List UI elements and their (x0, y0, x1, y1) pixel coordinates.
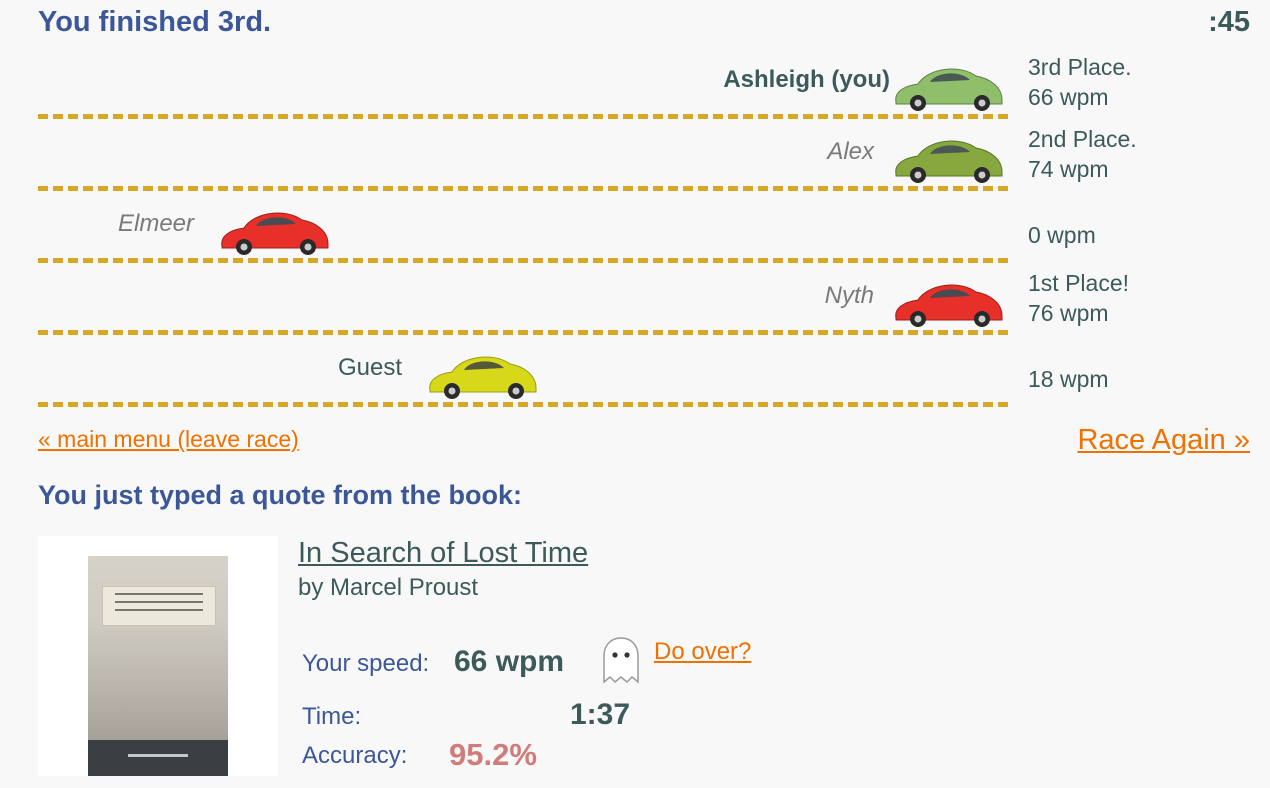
race-lane: Guest 18 wpm (0, 336, 1270, 408)
lane-divider (38, 258, 1008, 263)
time-value: 1:37 (570, 698, 631, 731)
car-icon (429, 356, 537, 399)
race-lane: Alex 2nd Place. 74 wpm (0, 120, 1270, 192)
racer-wpm: 66 wpm (1028, 84, 1109, 110)
cover-label (102, 586, 216, 626)
quote-source-heading: You just typed a quote from the book: (38, 480, 522, 510)
racer-wpm: 18 wpm (1028, 366, 1109, 392)
racer-name: Ashleigh (you) (723, 66, 890, 93)
racer-stats: 0 wpm (1028, 220, 1096, 250)
racer-stats: 18 wpm (1028, 364, 1109, 394)
racer-stats: 1st Place! 76 wpm (1028, 268, 1129, 328)
racer-place: 3rd Place. (1028, 54, 1132, 80)
lane-divider (38, 330, 1008, 335)
speed-label: Your speed: (302, 650, 430, 677)
main-menu-link[interactable]: « main menu (leave race) (38, 426, 299, 453)
time-label: Time: (302, 703, 362, 730)
car-icon (895, 140, 1003, 183)
racer-name: Nyth (824, 282, 874, 309)
racer-stats: 2nd Place. 74 wpm (1028, 124, 1137, 184)
book-cover-image[interactable] (88, 556, 228, 776)
car-icon (221, 212, 329, 255)
racer-name: Alex (827, 138, 874, 165)
ghost-icon[interactable] (596, 636, 646, 684)
race-lane: Ashleigh (you) 3rd Place. 66 wpm (0, 48, 1270, 120)
race-again-link[interactable]: Race Again » (1077, 424, 1250, 457)
lane-divider (38, 186, 1008, 191)
race-lane: Nyth 1st Place! 76 wpm (0, 264, 1270, 336)
book-title-link[interactable]: In Search of Lost Time (298, 537, 588, 570)
race-result-heading: You finished 3rd. (38, 6, 272, 38)
race-lane: Elmeer 0 wpm (0, 192, 1270, 264)
accuracy-label: Accuracy: (302, 742, 408, 769)
book-cover-frame (38, 536, 278, 776)
racer-wpm: 76 wpm (1028, 300, 1109, 326)
car-icon (895, 68, 1003, 111)
racer-stats: 3rd Place. 66 wpm (1028, 52, 1132, 112)
do-over-link[interactable]: Do over? (654, 638, 751, 666)
accuracy-value: 95.2% (449, 737, 537, 772)
racer-wpm: 74 wpm (1028, 156, 1109, 182)
lane-divider (38, 402, 1008, 407)
racer-wpm: 0 wpm (1028, 222, 1096, 248)
cover-footer (88, 740, 228, 776)
book-author: by Marcel Proust (298, 574, 479, 601)
car-icon (895, 284, 1003, 327)
race-timer: :45 (1208, 6, 1250, 38)
racer-place: 1st Place! (1028, 270, 1129, 296)
speed-value: 66 wpm (454, 645, 565, 678)
lane-divider (38, 114, 1008, 119)
racer-name: Elmeer (118, 210, 195, 237)
racer-name: Guest (338, 354, 403, 381)
racer-place: 2nd Place. (1028, 126, 1137, 152)
